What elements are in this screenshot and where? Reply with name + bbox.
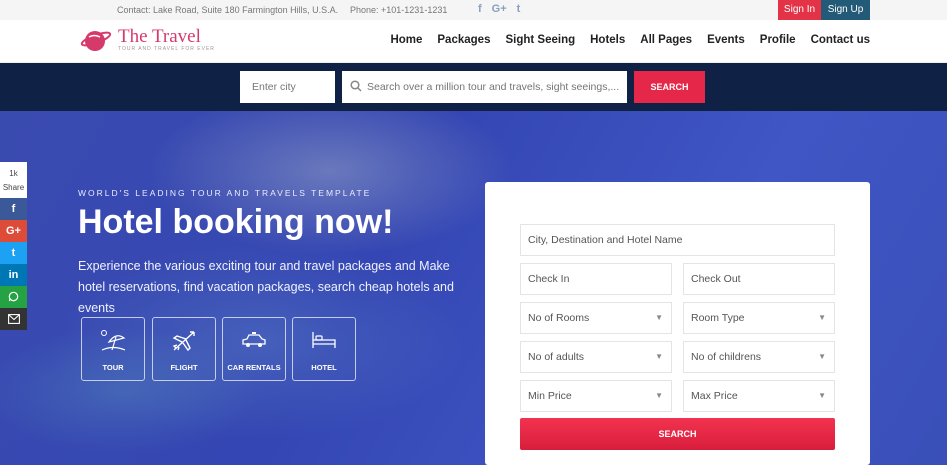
google-plus-share-icon[interactable]: G+ [0, 220, 27, 242]
main-nav: Home Packages Sight Seeing Hotels All Pa… [390, 34, 870, 46]
hero-title: Hotel booking now! [78, 203, 394, 241]
dropdown-arrow-icon: ▼ [655, 352, 663, 361]
max-price-select[interactable]: Max Price ▼ [683, 380, 835, 412]
planet-logo-icon [80, 26, 112, 54]
dropdown-arrow-icon: ▼ [818, 352, 826, 361]
hero-subtitle: WORLD'S LEADING TOUR AND TRAVELS TEMPLAT… [78, 188, 372, 198]
rooms-select-value: No of Rooms [528, 312, 590, 324]
contact-phone: Phone: +101-1231-1231 [350, 5, 448, 15]
sign-in-button[interactable]: Sign In [778, 0, 821, 20]
share-label: Share [2, 183, 25, 192]
category-label: CAR RENTALS [227, 363, 281, 372]
category-flight[interactable]: FLIGHT [152, 317, 216, 381]
nav-sight-seeing[interactable]: Sight Seeing [505, 34, 575, 46]
dropdown-arrow-icon: ▼ [818, 313, 826, 322]
children-select[interactable]: No of childrens ▼ [683, 341, 835, 373]
airplane-icon [172, 331, 195, 352]
top-bar: Contact: Lake Road, Suite 180 Farmington… [0, 0, 947, 20]
logo[interactable]: The Travel TOUR AND TRAVEL FOR EVER [80, 26, 215, 54]
nav-home[interactable]: Home [390, 34, 422, 46]
logo-tagline: TOUR AND TRAVEL FOR EVER [118, 46, 215, 52]
adults-select[interactable]: No of adults ▼ [520, 341, 672, 373]
dropdown-arrow-icon: ▼ [818, 391, 826, 400]
main-search-input[interactable] [367, 71, 625, 103]
category-car-rentals[interactable]: CAR RENTALS [222, 317, 286, 381]
room-type-select-value: Room Type [691, 312, 745, 324]
adults-select-value: No of adults [528, 351, 585, 363]
google-plus-icon[interactable]: G+ [492, 3, 507, 15]
sign-up-button[interactable]: Sign Up [821, 0, 870, 20]
dropdown-arrow-icon: ▼ [655, 391, 663, 400]
category-label: HOTEL [311, 363, 337, 372]
booking-search-button[interactable]: SEARCH [520, 418, 835, 450]
nav-events[interactable]: Events [707, 34, 745, 46]
contact-address: Contact: Lake Road, Suite 180 Farmington… [117, 5, 339, 15]
main-search-box [342, 71, 627, 103]
rooms-select[interactable]: No of Rooms ▼ [520, 302, 672, 334]
destination-input[interactable]: City, Destination and Hotel Name [520, 224, 835, 256]
facebook-share-icon[interactable]: f [0, 198, 27, 220]
nav-hotels[interactable]: Hotels [590, 34, 625, 46]
social-links: f G+ t [478, 3, 520, 15]
linkedin-share-icon[interactable]: in [0, 264, 27, 286]
top-search-button[interactable]: SEARCH [634, 71, 705, 103]
share-bar: 1k Share f G+ t in [0, 162, 27, 330]
nav-contact-us[interactable]: Contact us [811, 34, 870, 46]
share-counter: 1k Share [0, 162, 27, 198]
share-count: 1k [9, 169, 18, 178]
twitter-share-icon[interactable]: t [0, 242, 27, 264]
min-price-select-value: Min Price [528, 390, 572, 402]
dropdown-arrow-icon: ▼ [655, 313, 663, 322]
facebook-icon[interactable]: f [478, 3, 482, 15]
category-label: FLIGHT [170, 363, 198, 372]
nav-all-pages[interactable]: All Pages [640, 34, 692, 46]
nav-packages[interactable]: Packages [437, 34, 490, 46]
beach-umbrella-icon [101, 330, 126, 351]
main-header: The Travel TOUR AND TRAVEL FOR EVER Home… [0, 20, 947, 63]
logo-title: The Travel [118, 26, 201, 47]
check-out-input[interactable]: Check Out [683, 263, 835, 295]
hero-description: Experience the various exciting tour and… [78, 259, 454, 315]
search-icon [350, 80, 362, 92]
children-select-value: No of childrens [691, 351, 762, 363]
city-input[interactable] [240, 71, 335, 103]
booking-form: City, Destination and Hotel Name Check I… [485, 182, 870, 465]
category-label: TOUR [102, 363, 124, 372]
room-type-select[interactable]: Room Type ▼ [683, 302, 835, 334]
email-share-icon[interactable] [0, 308, 27, 330]
bed-icon [312, 332, 336, 348]
nav-profile[interactable]: Profile [760, 34, 796, 46]
whatsapp-share-icon[interactable] [0, 286, 27, 308]
max-price-select-value: Max Price [691, 390, 738, 402]
check-in-input[interactable]: Check In [520, 263, 672, 295]
search-band: SEARCH [0, 63, 947, 111]
category-hotel[interactable]: HOTEL [292, 317, 356, 381]
min-price-select[interactable]: Min Price ▼ [520, 380, 672, 412]
car-icon [242, 332, 266, 347]
category-tour[interactable]: TOUR [81, 317, 145, 381]
twitter-icon[interactable]: t [517, 3, 521, 15]
